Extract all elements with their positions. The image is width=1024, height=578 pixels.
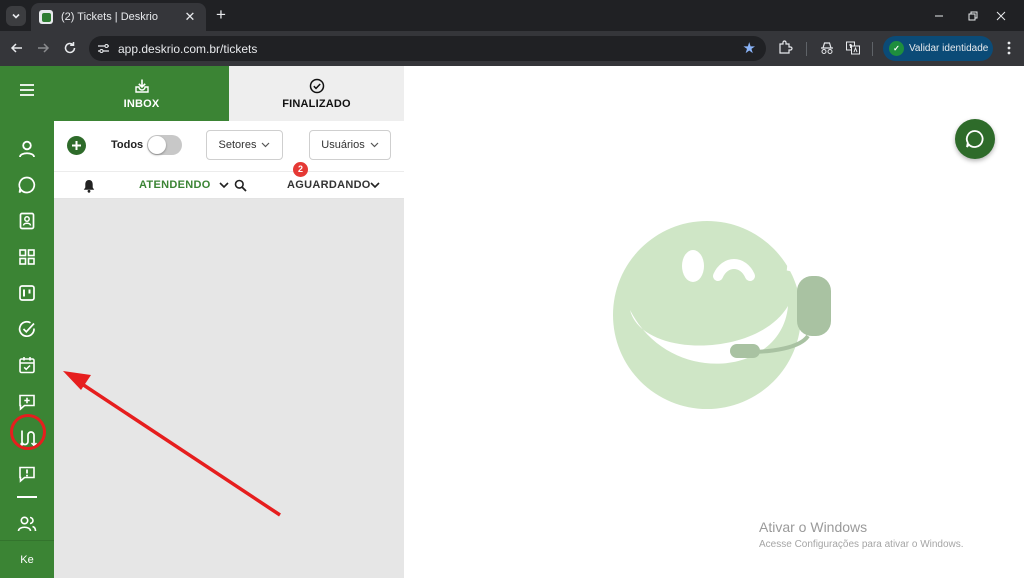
usuarios-dropdown[interactable]: Usuários	[309, 130, 391, 160]
sidebar-item-address-book[interactable]	[15, 209, 39, 233]
sidebar-item-feedback[interactable]	[15, 462, 39, 486]
new-tab-button[interactable]: +	[211, 5, 231, 25]
shield-check-icon: ✓	[889, 41, 904, 56]
chat-icon	[965, 130, 984, 148]
chevron-down-icon	[370, 142, 379, 148]
url-text: app.deskrio.com.br/tickets	[118, 42, 258, 56]
tab-finalizado-label: FINALIZADO	[282, 97, 351, 110]
sidebar-item-quick-messages[interactable]	[15, 390, 39, 414]
more-vert-icon[interactable]	[1002, 40, 1016, 56]
sidebar-item-schedule[interactable]	[15, 353, 39, 377]
arrow-left-icon	[10, 43, 22, 53]
sidebar: Ke	[0, 66, 54, 578]
toolbar-divider	[872, 42, 873, 56]
ticket-list[interactable]	[54, 199, 404, 578]
deskrio-favicon-icon	[39, 10, 53, 24]
chevron-down-icon	[12, 13, 20, 19]
tab-title: (2) Tickets | Deskrio	[61, 11, 158, 23]
bell-icon[interactable]	[82, 179, 96, 193]
close-window-button[interactable]	[978, 0, 1024, 31]
sidebar-item-tasks[interactable]	[15, 317, 39, 341]
chevron-down-icon[interactable]	[219, 182, 229, 189]
kanban-icon	[19, 285, 35, 301]
arrow-right-icon	[38, 43, 50, 53]
toggle-knob	[148, 136, 166, 154]
inbox-download-icon	[134, 79, 149, 93]
dashboard-icon	[19, 249, 35, 265]
route-icon	[20, 430, 37, 447]
address-bar[interactable]: app.deskrio.com.br/tickets ★	[89, 36, 766, 61]
new-ticket-button[interactable]	[67, 136, 86, 155]
validate-identity-button[interactable]: ✓ Validar identidade	[883, 36, 993, 61]
restore-icon	[968, 11, 978, 20]
reload-button[interactable]	[61, 39, 79, 57]
windows-activation-title: Ativar o Windows	[759, 519, 868, 535]
mascot-headset-smiley-icon	[613, 221, 831, 409]
incognito-icon[interactable]	[819, 40, 835, 56]
close-icon	[996, 11, 1006, 20]
validate-identity-label: Validar identidade	[909, 43, 989, 54]
check-circle-icon	[18, 320, 35, 337]
windows-activation-subtitle: Acesse Configurações para ativar o Windo…	[759, 539, 964, 550]
sidebar-item-kanban[interactable]	[15, 281, 39, 305]
sidebar-item-contacts[interactable]	[15, 137, 39, 161]
address-book-icon	[19, 212, 35, 230]
tab-close-icon[interactable]: ✕	[182, 9, 198, 25]
browser-toolbar: app.deskrio.com.br/tickets ★ ✓ Validar i…	[0, 31, 1024, 66]
sidebar-item-chat[interactable]	[15, 173, 39, 197]
tab-inbox[interactable]: INBOX	[54, 66, 229, 121]
setores-label: Setores	[218, 139, 257, 151]
user-avatar[interactable]: Ke	[0, 540, 54, 578]
translate-icon[interactable]	[845, 40, 861, 56]
forward-button[interactable]	[34, 39, 52, 57]
ticket-status-row: ATENDENDO 2 AGUARDANDO	[54, 162, 404, 199]
open-chat-button[interactable]	[955, 119, 995, 159]
todos-toggle[interactable]	[147, 135, 182, 155]
sidebar-item-users[interactable]	[15, 512, 39, 536]
menu-icon	[20, 84, 34, 96]
tab-finalizado[interactable]: FINALIZADO	[229, 66, 404, 121]
chevron-down-icon[interactable]	[370, 182, 380, 189]
add-message-icon	[19, 394, 35, 411]
tab-inbox-label: INBOX	[123, 97, 160, 110]
bookmark-star-icon[interactable]: ★	[743, 39, 756, 57]
aguardando-count-badge: 2	[293, 162, 308, 177]
sidebar-item-flows[interactable]	[15, 426, 39, 450]
reload-icon	[64, 42, 76, 54]
todos-label: Todos	[111, 139, 144, 151]
minimize-icon	[935, 15, 943, 16]
sidebar-item-dashboard[interactable]	[15, 245, 39, 269]
browser-tabstrip: (2) Tickets | Deskrio ✕ +	[0, 0, 1024, 31]
sidebar-divider	[17, 496, 37, 498]
toolbar-divider	[806, 42, 807, 56]
calendar-check-icon	[19, 357, 35, 374]
browser-tab[interactable]: (2) Tickets | Deskrio ✕	[31, 3, 206, 31]
usuarios-label: Usuários	[321, 139, 365, 151]
tab-search-button[interactable]	[6, 6, 26, 26]
search-icon[interactable]	[234, 179, 247, 192]
back-button[interactable]	[8, 39, 26, 57]
chevron-down-icon	[262, 142, 270, 148]
chat-icon	[18, 176, 36, 194]
contacts-icon	[19, 140, 35, 158]
main-content-area	[404, 66, 1024, 578]
check-circle-icon	[309, 78, 324, 93]
users-icon	[17, 516, 37, 532]
setores-dropdown[interactable]: Setores	[206, 130, 283, 160]
alert-message-icon	[19, 466, 35, 483]
atendendo-filter[interactable]: ATENDENDO	[139, 179, 211, 191]
site-settings-icon[interactable]	[96, 41, 111, 56]
sidebar-menu-toggle[interactable]	[15, 78, 39, 102]
extensions-icon[interactable]	[777, 40, 793, 56]
plus-icon	[72, 141, 81, 150]
aguardando-filter[interactable]: AGUARDANDO	[287, 179, 371, 191]
ticket-filter-bar: Todos Setores Usuários	[54, 121, 404, 171]
